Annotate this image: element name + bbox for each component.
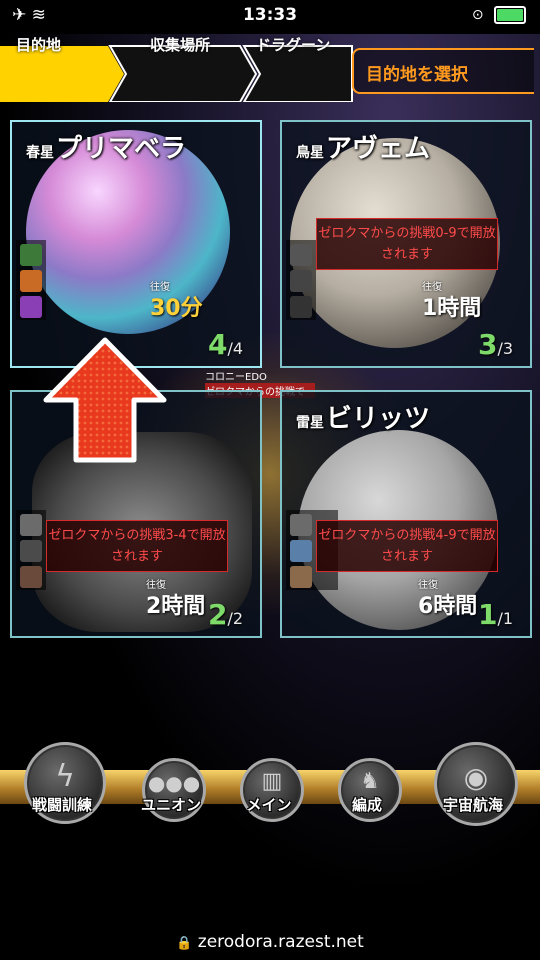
- instruction-text: 目的地を選択: [366, 65, 468, 85]
- nav-label: 編成: [351, 796, 382, 814]
- element-icons: [16, 510, 46, 590]
- url-display: 🔒 zerodora.razest.net: [0, 932, 540, 952]
- lightning-icon: [290, 540, 312, 562]
- element-icons: [286, 240, 316, 320]
- battery-icon: [494, 6, 526, 24]
- trip-duration: 30分: [150, 296, 203, 321]
- fire-icon: [20, 270, 42, 292]
- nav-label: メイン: [246, 796, 292, 814]
- card-title: [26, 398, 28, 428]
- status-time: 13:33: [242, 5, 298, 25]
- slot-count: 2/2: [208, 598, 244, 631]
- grass-icon: [20, 244, 42, 266]
- status-bar: ✈ ≋ 13:33 ⊙: [0, 0, 540, 34]
- card-title: 鳥星アヴェム: [296, 134, 431, 164]
- slot-count: 1/1: [478, 598, 514, 631]
- tutorial-arrow-up-icon: [43, 337, 167, 463]
- step-collection: 収集場所: [150, 36, 211, 54]
- game-screen: 目的地 収集場所 ドラグーン 目的地を選択 春星プリマベラ 往復 30分 4/4…: [0, 34, 540, 904]
- colony-label: コロニーEDO: [205, 372, 267, 383]
- nav-label: ユニオン: [140, 796, 201, 814]
- flag-icon: [290, 296, 312, 318]
- lock-icon: 🔒: [176, 936, 193, 951]
- city-icon: [20, 540, 42, 562]
- chest-icon: [20, 566, 42, 588]
- destination-card-blitz[interactable]: 雷星ビリッツ ゼロクマからの挑戦4-9で開放されます 往復 6時間 1/1: [280, 390, 532, 638]
- slot-count: 4/4: [208, 328, 244, 361]
- status-right: ⊙: [472, 6, 526, 24]
- destination-card-primavera[interactable]: 春星プリマベラ 往復 30分 4/4: [10, 120, 262, 368]
- lightning-icon: ϟ: [55, 759, 75, 794]
- breadcrumb: 目的地 収集場所 ドラグーン 目的地を選択: [0, 34, 540, 104]
- dragon-icon: ♞: [360, 769, 380, 794]
- step-dragoon: ドラグーン: [256, 36, 331, 54]
- trip-duration: 2時間: [146, 594, 206, 619]
- mountain-icon: [20, 296, 42, 318]
- trip-duration: 6時間: [418, 594, 478, 619]
- locked-notice: ゼロクマからの挑戦3-4で開放されます: [46, 520, 228, 572]
- card-title: 雷星ビリッツ: [296, 404, 431, 434]
- destination-card-avem[interactable]: 鳥星アヴェム ゼロクマからの挑戦0-9で開放されます 往復 1時間 23/3: [280, 120, 532, 368]
- building-icon: ▥: [261, 769, 283, 794]
- cloud-icon: [290, 514, 312, 536]
- nav-label: 宇宙航海: [442, 796, 503, 814]
- trip-duration: 1時間: [422, 296, 482, 321]
- building-icon: [290, 270, 312, 292]
- drop-icon: ◉: [463, 761, 489, 794]
- card-title: 春星プリマベラ: [26, 134, 187, 164]
- nav-label: 戦闘訓練: [31, 796, 92, 814]
- element-icons: [16, 240, 46, 320]
- locked-notice: ゼロクマからの挑戦4-9で開放されます: [316, 520, 498, 572]
- web-icon: [290, 244, 312, 266]
- step-destination: 目的地: [16, 36, 62, 54]
- locked-notice: ゼロクマからの挑戦0-9で開放されます: [316, 218, 498, 270]
- ruins-icon: [20, 514, 42, 536]
- instruction-box: 目的地を選択: [352, 48, 534, 94]
- rock-icon: [290, 566, 312, 588]
- browser-url-bar[interactable]: 🔒 zerodora.razest.net: [0, 904, 540, 960]
- slot-count: 23/3: [478, 328, 514, 361]
- group-icon: ●●●: [147, 771, 201, 795]
- url-text: zerodora.razest.net: [197, 932, 364, 952]
- orientation-lock-icon: ⊙: [471, 7, 484, 23]
